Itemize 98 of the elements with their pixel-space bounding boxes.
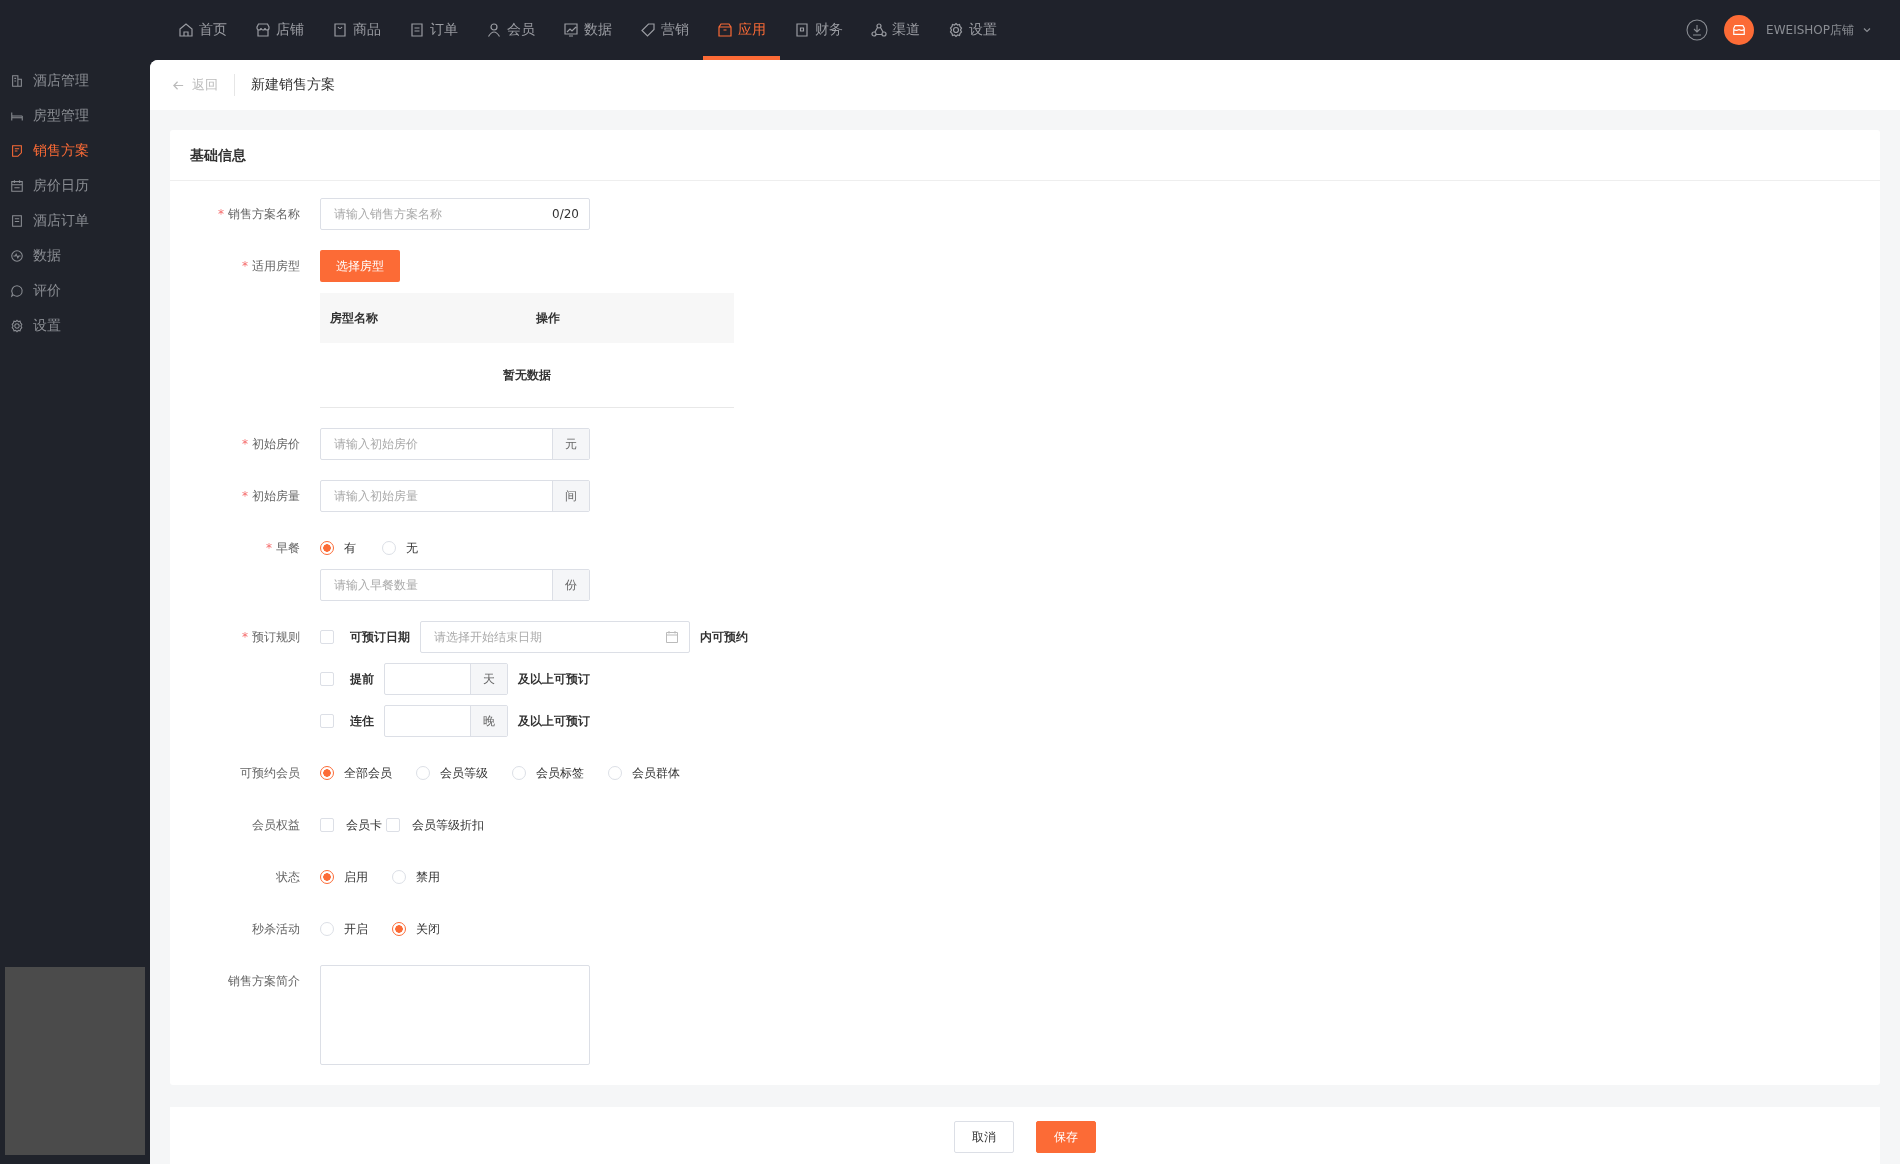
rule-label: 可预订日期 bbox=[350, 628, 410, 646]
field-label: 状态 bbox=[276, 869, 300, 886]
required-asterisk: * bbox=[242, 629, 248, 646]
store-avatar[interactable] bbox=[1724, 15, 1755, 45]
tag-icon bbox=[640, 22, 656, 38]
chevron-down-icon[interactable] bbox=[1862, 25, 1872, 35]
rule-label: 连住 bbox=[350, 712, 374, 730]
box-icon bbox=[332, 22, 348, 38]
column-header: 操作 bbox=[536, 309, 560, 327]
nav-tab[interactable]: 渠道 bbox=[857, 0, 934, 60]
sidebar-item[interactable]: 酒店订单 bbox=[0, 203, 150, 238]
calendar-icon bbox=[10, 178, 24, 193]
radio-option[interactable]: 禁用 bbox=[392, 868, 440, 886]
description-textarea[interactable] bbox=[320, 965, 590, 1065]
chart-icon bbox=[563, 22, 579, 38]
unit-suffix: 晚 bbox=[470, 706, 507, 736]
input-field[interactable]: 请输入初始房价 元 bbox=[320, 428, 590, 460]
nav-tab[interactable]: 数据 bbox=[549, 0, 626, 60]
download-icon[interactable] bbox=[1686, 19, 1709, 41]
unit-suffix: 天 bbox=[470, 664, 507, 694]
rule-suffix-text: 及以上可预订 bbox=[518, 712, 590, 730]
shop-icon bbox=[255, 22, 271, 38]
field-label: 销售方案简介 bbox=[228, 973, 300, 990]
input-field[interactable]: 请输入早餐数量 份 bbox=[320, 569, 590, 601]
radio-option[interactable]: 启用 bbox=[320, 868, 368, 886]
checkbox[interactable] bbox=[320, 672, 334, 686]
nav-tab[interactable]: 设置 bbox=[934, 0, 1011, 60]
account-name[interactable]: EWEISHOP店铺 bbox=[1766, 21, 1854, 39]
unit-suffix: 份 bbox=[552, 570, 589, 600]
required-asterisk: * bbox=[218, 206, 224, 223]
building-icon bbox=[10, 73, 24, 88]
nav-tab[interactable]: 会员 bbox=[472, 0, 549, 60]
sidebar-item[interactable]: 房型管理 bbox=[0, 98, 150, 133]
chart-icon bbox=[10, 248, 24, 263]
unit-suffix: 间 bbox=[552, 481, 589, 511]
required-asterisk: * bbox=[242, 258, 248, 275]
radio-option[interactable]: 全部会员 bbox=[320, 764, 392, 782]
field-label: 预订规则 bbox=[252, 629, 300, 646]
radio-option[interactable]: 关闭 bbox=[392, 920, 440, 938]
radio-option[interactable]: 有 bbox=[320, 539, 356, 557]
document-icon bbox=[10, 213, 24, 228]
house-icon bbox=[178, 22, 194, 38]
network-icon bbox=[871, 22, 887, 38]
required-asterisk: * bbox=[242, 488, 248, 505]
field-label: 初始房量 bbox=[252, 488, 300, 505]
empty-table-text: 暂无数据 bbox=[503, 366, 551, 384]
rule-suffix-text: 内可预约 bbox=[700, 628, 748, 646]
rule-suffix-text: 及以上可预订 bbox=[518, 670, 590, 688]
sidebar-item[interactable]: 房价日历 bbox=[0, 168, 150, 203]
sidebar-item[interactable]: 数据 bbox=[0, 238, 150, 273]
field-label: 可预约会员 bbox=[240, 765, 300, 782]
nav-tab[interactable]: 店铺 bbox=[241, 0, 318, 60]
person-icon bbox=[486, 22, 502, 38]
document-icon bbox=[409, 22, 425, 38]
sidebar-item[interactable]: 设置 bbox=[0, 308, 150, 343]
field-label: 初始房价 bbox=[252, 436, 300, 453]
checkbox-option[interactable]: 会员等级折扣 bbox=[386, 816, 484, 834]
document-icon bbox=[794, 22, 810, 38]
field-label: 秒杀活动 bbox=[252, 921, 300, 938]
rule-label: 提前 bbox=[350, 670, 374, 688]
document-icon bbox=[10, 143, 24, 158]
nav-tab[interactable]: 订单 bbox=[395, 0, 472, 60]
section-title: 基础信息 bbox=[170, 130, 1880, 181]
chat-icon bbox=[10, 283, 24, 298]
checkbox[interactable] bbox=[320, 630, 334, 644]
input-field[interactable]: 请输入初始房量 间 bbox=[320, 480, 590, 512]
required-asterisk: * bbox=[242, 436, 248, 453]
number-field[interactable]: 晚 bbox=[384, 705, 508, 737]
radio-option[interactable]: 会员标签 bbox=[512, 764, 584, 782]
gear-icon bbox=[948, 22, 964, 38]
cancel-button[interactable]: 取消 bbox=[954, 1121, 1014, 1153]
field-label: 早餐 bbox=[276, 540, 300, 557]
field-label: 会员权益 bbox=[252, 817, 300, 834]
sidebar-item[interactable]: 酒店管理 bbox=[0, 63, 150, 98]
input-field[interactable]: 请输入销售方案名称 0/20 bbox=[320, 198, 590, 230]
field-label: 适用房型 bbox=[252, 258, 300, 275]
field-label: 销售方案名称 bbox=[228, 206, 300, 223]
sidebar-item[interactable]: 销售方案 bbox=[0, 133, 150, 168]
radio-option[interactable]: 开启 bbox=[320, 920, 368, 938]
radio-option[interactable]: 会员等级 bbox=[416, 764, 488, 782]
sidebar-item[interactable]: 评价 bbox=[0, 273, 150, 308]
number-field[interactable]: 天 bbox=[384, 663, 508, 695]
checkbox[interactable] bbox=[320, 714, 334, 728]
radio-option[interactable]: 会员群体 bbox=[608, 764, 680, 782]
checkbox-option[interactable]: 会员卡 bbox=[320, 816, 382, 834]
nav-tab[interactable]: 商品 bbox=[318, 0, 395, 60]
nav-tab[interactable]: 财务 bbox=[780, 0, 857, 60]
radio-option[interactable]: 无 bbox=[382, 539, 418, 557]
page-title: 新建销售方案 bbox=[251, 76, 335, 94]
required-asterisk: * bbox=[266, 540, 272, 557]
nav-tab[interactable]: 营销 bbox=[626, 0, 703, 60]
unit-suffix: 元 bbox=[552, 429, 589, 459]
gear-icon bbox=[10, 318, 24, 333]
box-icon bbox=[717, 22, 733, 38]
column-header: 房型名称 bbox=[329, 309, 379, 327]
character-counter: 0/20 bbox=[552, 207, 579, 221]
nav-tab[interactable]: 首页 bbox=[164, 0, 241, 60]
calendar-icon bbox=[665, 630, 679, 644]
